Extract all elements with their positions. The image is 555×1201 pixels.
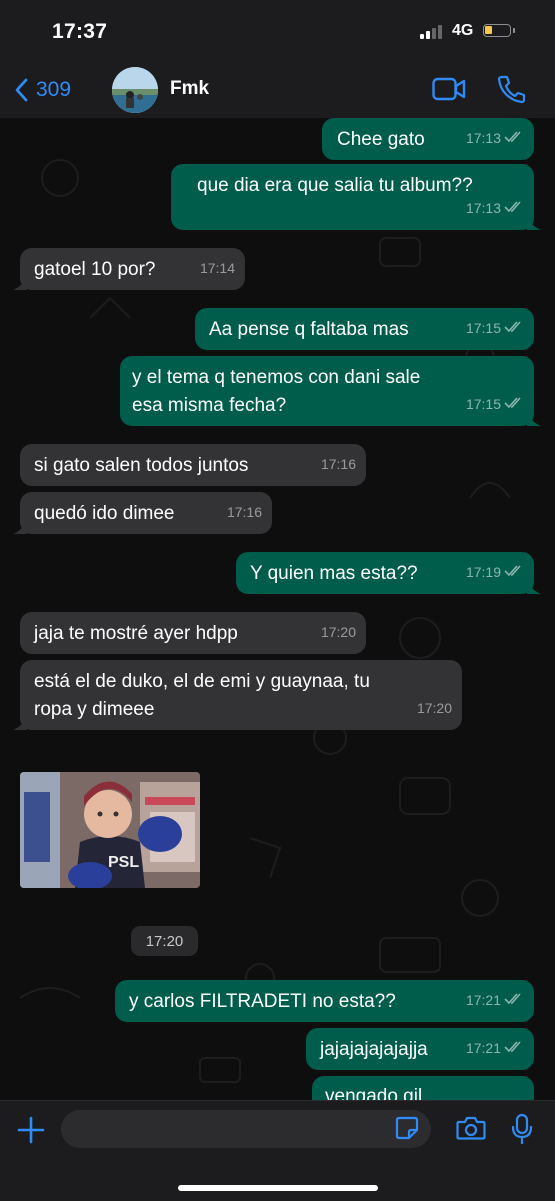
sticker-icon[interactable] (395, 1116, 419, 1145)
message-bubble[interactable]: Chee gato 17:13 (322, 118, 534, 160)
status-bar: 17:37 4G (0, 0, 555, 62)
double-check-icon (504, 1034, 524, 1062)
video-call-icon[interactable] (432, 74, 466, 109)
double-check-icon (504, 314, 524, 342)
message-text: y carlos FILTRADETI no esta?? (129, 991, 396, 1012)
double-check-icon (504, 390, 524, 418)
phone-call-icon[interactable] (497, 74, 526, 109)
message-text: jaja te mostré ayer hdpp (34, 623, 238, 644)
message-text: Aa pense q faltaba mas (209, 319, 409, 340)
message-bubble[interactable]: jajajajajajajja 17:21 (306, 1028, 534, 1070)
battery-icon (483, 24, 515, 37)
message-input[interactable] (61, 1110, 431, 1148)
chat-header: 309 Fmk (0, 62, 555, 119)
message-text: quedó ido dimee (34, 503, 175, 524)
back-count: 309 (36, 78, 72, 101)
message-text: y el tema q tenemos con dani sale esa mi… (132, 367, 421, 416)
chat-area[interactable]: Chee gato 17:13 que dia era que salia tu… (0, 118, 555, 1100)
camera-icon[interactable] (456, 1115, 486, 1146)
message-bubble[interactable]: Y quien mas esta?? 17:19 (236, 552, 541, 594)
gif-image[interactable]: PSL (20, 772, 200, 888)
message-bubble[interactable]: que dia era que salia tu album?? 17:13 (171, 164, 541, 230)
network-type: 4G (452, 22, 474, 39)
message-text: gatoel 10 por? (34, 259, 156, 280)
message-meta: 17:13 (466, 124, 524, 152)
message-text: está el de duko, el de emi y guaynaa, tu… (34, 671, 370, 720)
message-meta: 17:16 (226, 504, 262, 520)
message-bubble[interactable]: y el tema q tenemos con dani sale esa mi… (120, 356, 541, 426)
microphone-icon[interactable] (510, 1113, 534, 1150)
message-text: Y quien mas esta?? (250, 563, 418, 584)
message-bubble[interactable]: vengado gil (312, 1076, 534, 1100)
double-check-icon (504, 986, 524, 1014)
message-bubble[interactable]: Aa pense q faltaba mas 17:15 (195, 308, 534, 350)
message-text: vengado gil (325, 1086, 423, 1100)
plus-icon[interactable] (16, 1115, 46, 1150)
status-time: 17:37 (52, 20, 108, 43)
avatar[interactable] (112, 67, 158, 113)
message-text: que dia era que salia tu album?? (197, 175, 473, 196)
message-meta: 17:15 (466, 390, 524, 418)
message-text: Chee gato (337, 129, 425, 150)
message-bubble[interactable]: y carlos FILTRADETI no esta?? 17:21 (115, 980, 534, 1022)
message-meta: 17:20 (320, 624, 356, 640)
message-bubble[interactable]: si gato salen todos juntos 17:16 (20, 444, 366, 486)
signal-icon (420, 25, 446, 39)
message-text: jajajajajajajja (320, 1039, 428, 1060)
double-check-icon (504, 194, 524, 222)
message-meta: 17:13 (466, 194, 524, 222)
svg-text:PSL: PSL (108, 854, 139, 871)
message-meta: 17:14 (199, 260, 235, 276)
double-check-icon (504, 124, 524, 152)
home-indicator (178, 1185, 378, 1191)
double-check-icon (504, 558, 524, 586)
message-meta: 17:21 (466, 986, 524, 1014)
message-bubble[interactable]: gatoel 10 por? 17:14 (13, 248, 245, 290)
back-button[interactable]: 309 (14, 72, 71, 108)
timestamp-pill: 17:20 (131, 926, 198, 956)
message-meta: 17:19 (466, 558, 524, 586)
message-meta: 17:15 (466, 314, 524, 342)
message-meta: 17:20 (416, 700, 452, 716)
message-bubble[interactable]: jaja te mostré ayer hdpp 17:20 (20, 612, 366, 654)
message-bubble[interactable]: quedó ido dimee 17:16 (13, 492, 272, 534)
message-meta: 17:21 (466, 1034, 524, 1062)
chevron-left-icon (15, 78, 28, 102)
message-text: si gato salen todos juntos (34, 455, 249, 476)
message-meta: 17:16 (320, 456, 356, 472)
contact-name[interactable]: Fmk (170, 78, 209, 100)
message-bubble[interactable]: está el de duko, el de emi y guaynaa, tu… (13, 660, 462, 730)
